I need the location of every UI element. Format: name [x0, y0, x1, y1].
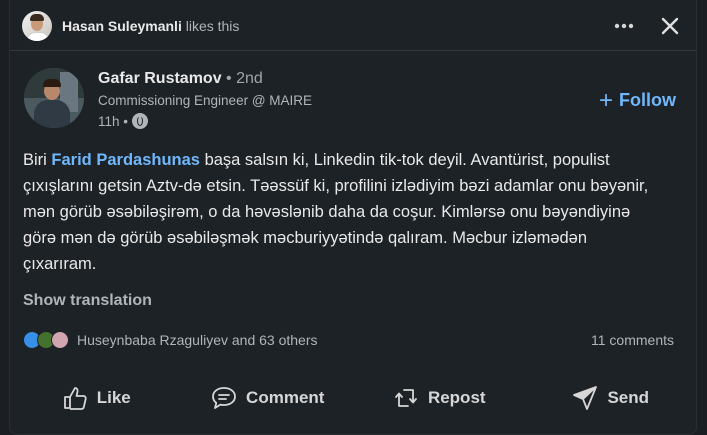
- connection-degree: • 2nd: [226, 70, 263, 87]
- thumbs-up-icon: [63, 387, 87, 410]
- repost-icon: [395, 389, 417, 407]
- follow-label: Follow: [619, 90, 676, 110]
- follow-button[interactable]: + Follow: [598, 86, 676, 114]
- close-icon[interactable]: [656, 12, 684, 40]
- comment-label: Comment: [246, 388, 325, 407]
- globe-icon: [132, 113, 148, 129]
- post-text: Biri Farid Pardashunas başa salsın ki, L…: [23, 147, 663, 277]
- author-name[interactable]: Gafar Rustamov: [98, 70, 222, 87]
- comments-count[interactable]: 11 comments: [591, 332, 674, 348]
- more-options-icon[interactable]: [610, 12, 638, 40]
- show-translation-link[interactable]: Show translation: [23, 292, 152, 310]
- post-time: 11h •: [98, 113, 128, 129]
- mention-link[interactable]: Farid Pardashunas: [51, 151, 200, 169]
- support-reaction-icon: [51, 331, 69, 349]
- author-headline: Commissioning Engineer @ MAIRE: [98, 93, 313, 108]
- send-button[interactable]: Send: [525, 384, 697, 412]
- post-meta: 11h •: [98, 113, 312, 129]
- social-action-text: likes this: [185, 18, 240, 34]
- reactions-summary[interactable]: Huseynbaba Rzaguliyev and 63 others: [77, 332, 318, 348]
- repost-button[interactable]: Repost: [353, 384, 525, 412]
- social-context-text: Hasan Suleymanli likes this: [62, 18, 239, 34]
- post-author: Gafar Rustamov • 2nd Commissioning Engin…: [24, 68, 312, 129]
- social-actor-avatar[interactable]: [22, 11, 52, 41]
- social-context-bar: Hasan Suleymanli likes this: [22, 10, 684, 42]
- send-icon: [573, 386, 598, 410]
- plus-icon: +: [598, 86, 613, 114]
- author-avatar[interactable]: [24, 68, 84, 128]
- like-label: Like: [96, 388, 131, 407]
- divider: [10, 50, 696, 51]
- post-actions: Like Comment Repost Send: [10, 373, 696, 423]
- social-actor-name[interactable]: Hasan Suleymanli: [62, 18, 182, 34]
- comment-icon: [212, 387, 236, 409]
- post-text-prefix: Biri: [23, 151, 52, 169]
- feed-post-card: Hasan Suleymanli likes this Gafar Rustam…: [9, 0, 697, 435]
- author-name-row[interactable]: Gafar Rustamov • 2nd: [98, 70, 312, 88]
- send-label: Send: [607, 388, 650, 407]
- repost-label: Repost: [427, 388, 486, 407]
- post-text-main: başa salsın ki, Linkedin tik-tok deyil. …: [23, 151, 649, 273]
- reaction-icons[interactable]: [23, 331, 69, 349]
- reactions-bar: Huseynbaba Rzaguliyev and 63 others 11 c…: [23, 331, 674, 349]
- comment-button[interactable]: Comment: [182, 384, 354, 412]
- like-button[interactable]: Like: [10, 384, 182, 412]
